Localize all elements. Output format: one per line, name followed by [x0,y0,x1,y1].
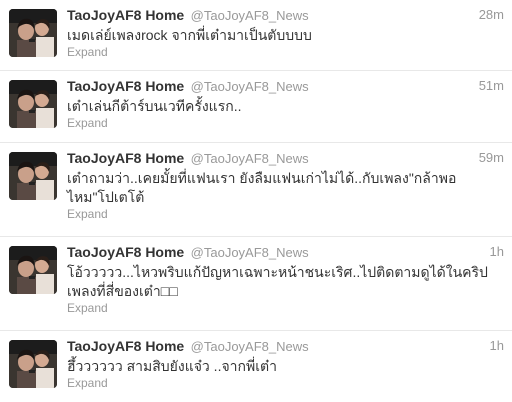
author-username[interactable]: @TaoJoyAF8_News [191,8,309,23]
tweet-header: TaoJoyAF8 Home @TaoJoyAF8_News 28m [67,7,504,25]
profile-photo-icon[interactable] [9,9,57,57]
tweet-item[interactable]: TaoJoyAF8 Home @TaoJoyAF8_News 1h ฮึ้ววว… [0,331,512,402]
profile-photo-icon[interactable] [9,152,57,200]
tweet-timestamp[interactable]: 28m [479,7,504,22]
tweet-timestamp[interactable]: 51m [479,78,504,93]
expand-link[interactable]: Expand [67,116,108,130]
author-fullname[interactable]: TaoJoyAF8 Home [67,338,184,354]
tweet-item[interactable]: TaoJoyAF8 Home @TaoJoyAF8_News 28m เมดเล… [0,0,512,71]
author-username[interactable]: @TaoJoyAF8_News [191,151,309,166]
tweet-header: TaoJoyAF8 Home @TaoJoyAF8_News 1h [67,244,504,262]
tweet-item[interactable]: TaoJoyAF8 Home @TaoJoyAF8_News 1h โอ้ววว… [0,237,512,331]
tweet-text: เต๋าเล่นกีต้าร์บนเวทีครั้งแรก.. [67,98,242,114]
expand-link[interactable]: Expand [67,45,108,59]
tweet-header: TaoJoyAF8 Home @TaoJoyAF8_News 51m [67,78,504,96]
author-fullname[interactable]: TaoJoyAF8 Home [67,244,184,260]
tweet-timeline: TaoJoyAF8 Home @TaoJoyAF8_News 28m เมดเล… [0,0,512,402]
author-fullname[interactable]: TaoJoyAF8 Home [67,150,184,166]
tweet-timestamp[interactable]: 1h [490,338,504,353]
tweet-header: TaoJoyAF8 Home @TaoJoyAF8_News 1h [67,338,504,356]
expand-link[interactable]: Expand [67,376,108,390]
tweet-text: เต๋าถามว่า..เคยมั้ยที่แฟนเรา ยังลืมแฟนเก… [67,170,457,205]
tweet-header: TaoJoyAF8 Home @TaoJoyAF8_News 59m [67,150,504,168]
tweet-timestamp[interactable]: 59m [479,150,504,165]
tweet-text: เมดเล่ย์เพลงrock จากพี่เต๋ามาเป็นตับบบบ [67,27,312,43]
tweet-item[interactable]: TaoJoyAF8 Home @TaoJoyAF8_News 51m เต๋าเ… [0,71,512,143]
tweet-item[interactable]: TaoJoyAF8 Home @TaoJoyAF8_News 59m เต๋าถ… [0,143,512,237]
author-username[interactable]: @TaoJoyAF8_News [191,339,309,354]
expand-link[interactable]: Expand [67,301,108,315]
profile-photo-icon[interactable] [9,246,57,294]
author-fullname[interactable]: TaoJoyAF8 Home [67,7,184,23]
expand-link[interactable]: Expand [67,207,108,221]
profile-photo-icon[interactable] [9,340,57,388]
author-fullname[interactable]: TaoJoyAF8 Home [67,78,184,94]
author-username[interactable]: @TaoJoyAF8_News [191,79,309,94]
author-username[interactable]: @TaoJoyAF8_News [191,245,309,260]
tweet-timestamp[interactable]: 1h [490,244,504,259]
tweet-text: ฮึ้วววววว สามสิบยังแจ๋ว ..จากพี่เต๋า [67,358,277,374]
tweet-text: โอ้ววววว...ไหวพริบแก้ปัญหาเฉพาะหน้าชนะเร… [67,264,488,299]
profile-photo-icon[interactable] [9,80,57,128]
